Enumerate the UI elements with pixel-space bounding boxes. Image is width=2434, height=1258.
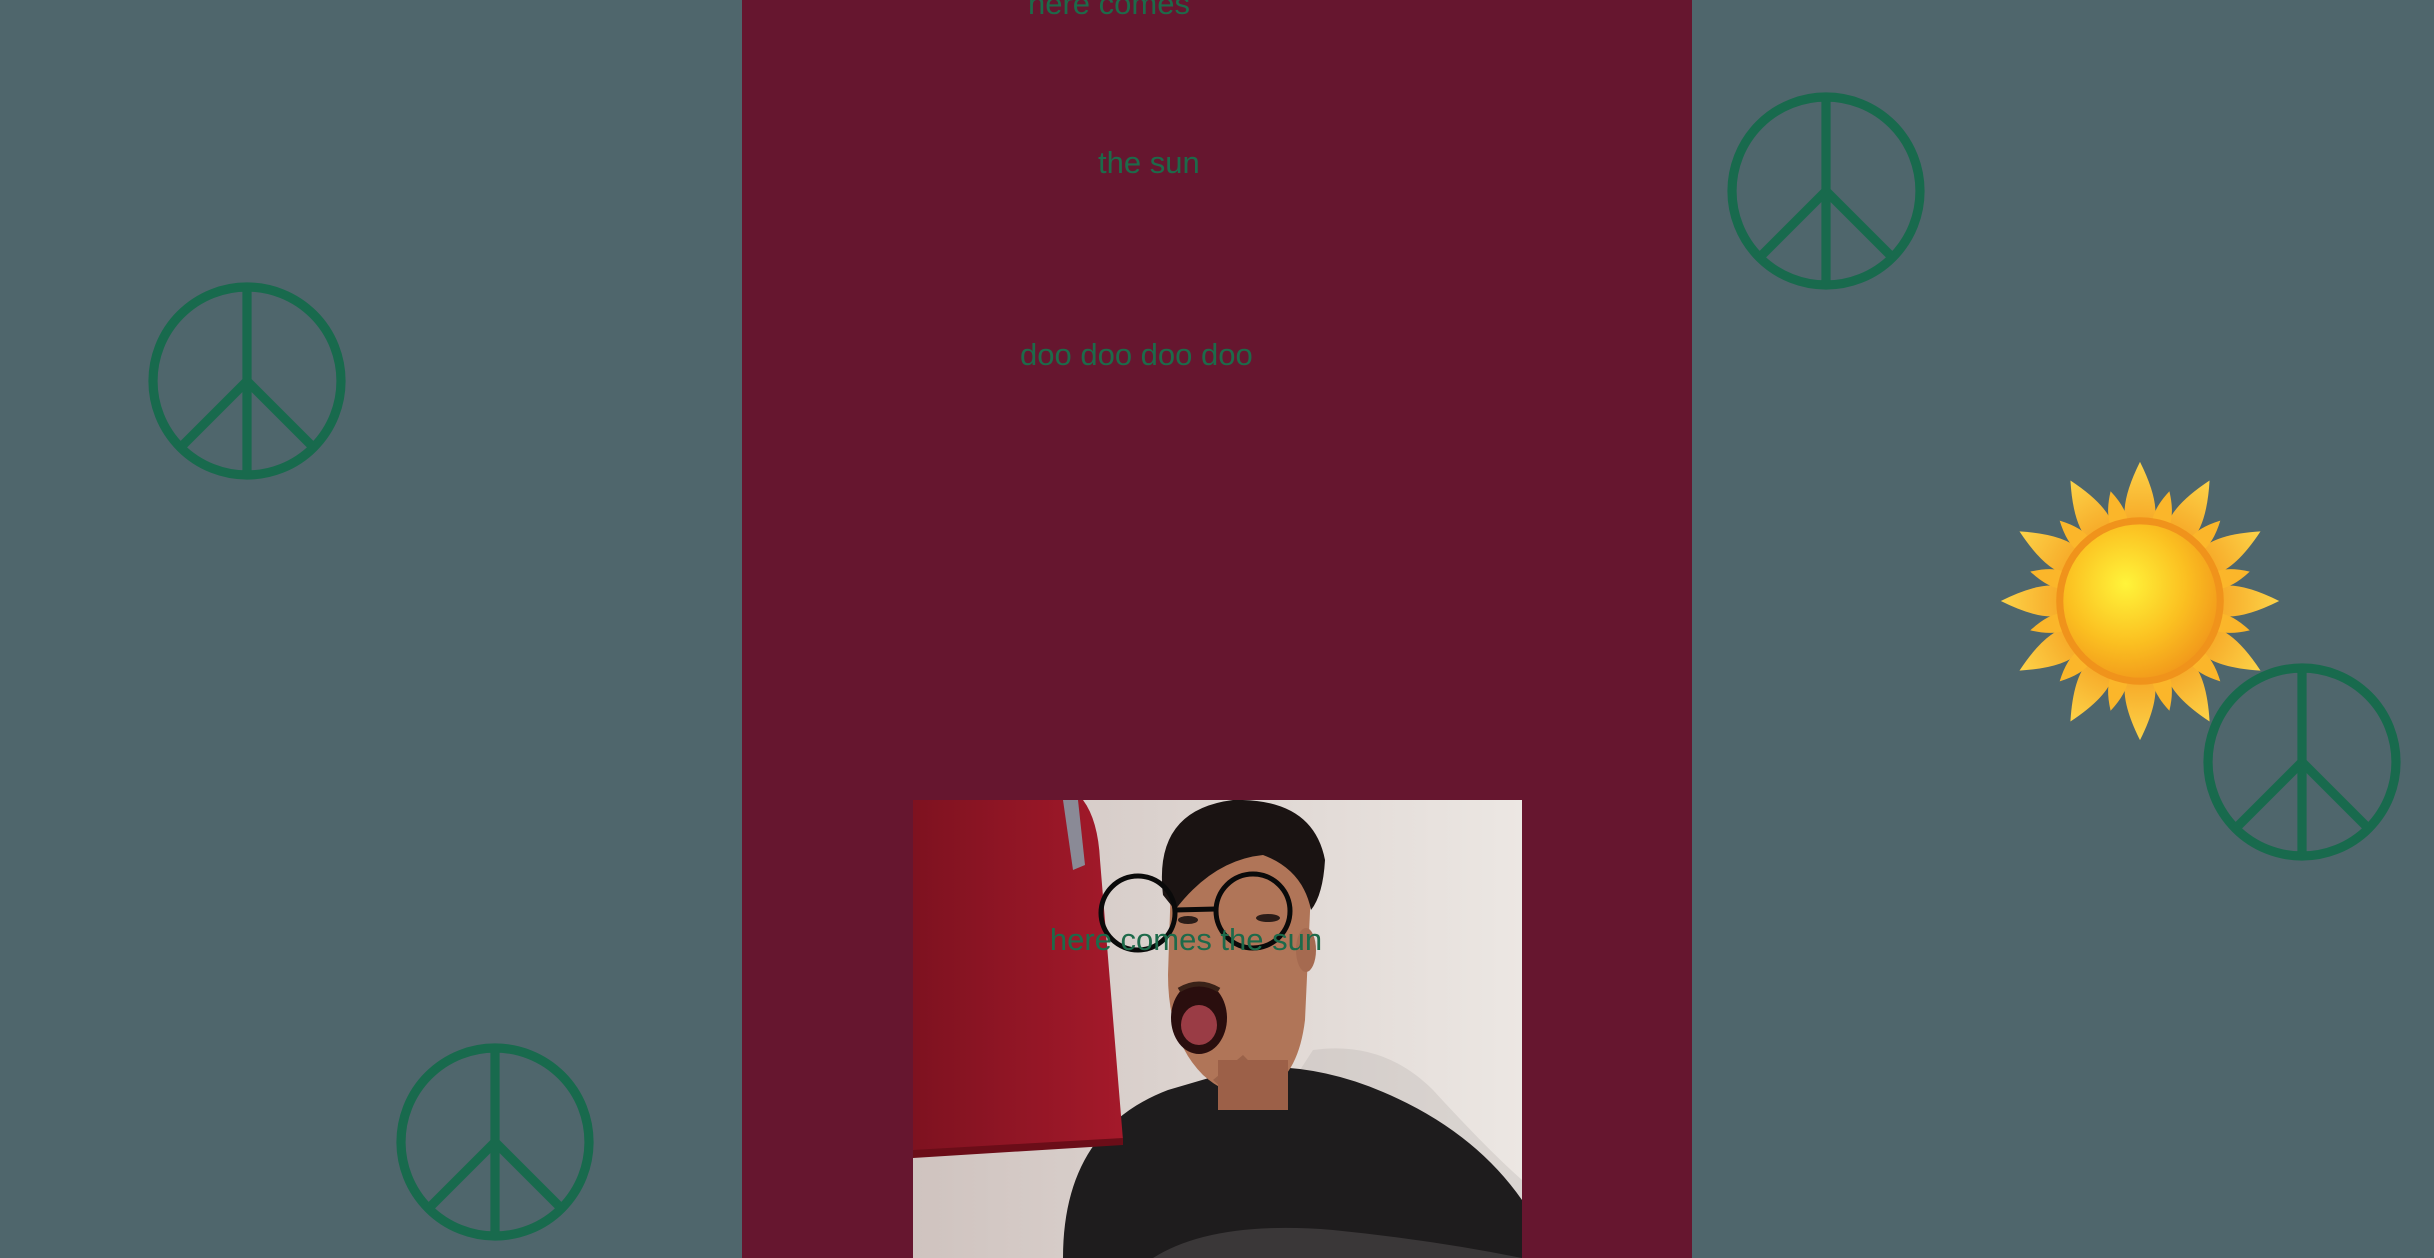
lyric-line-doo-doo: doo doo doo doo bbox=[1020, 337, 1253, 372]
peace-sign-icon bbox=[1726, 91, 1926, 291]
lyric-line-here-comes: here comes bbox=[1028, 0, 1190, 21]
lyric-line-the-sun: the sun bbox=[1098, 145, 1200, 180]
peace-sign-icon bbox=[147, 281, 347, 481]
peace-sign-icon bbox=[395, 1042, 595, 1242]
webcam-feed: here comes the sun bbox=[913, 800, 1522, 1258]
sun-icon bbox=[1998, 459, 2282, 743]
overlay-lyric: here comes the sun bbox=[1050, 922, 1322, 957]
